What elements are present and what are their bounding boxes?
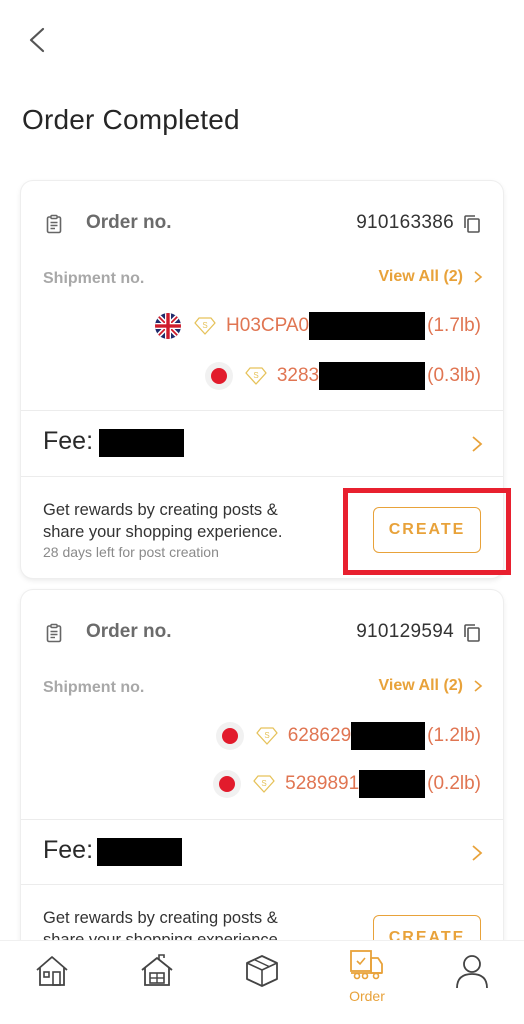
- shipment-number-prefix: 5289891: [285, 773, 360, 794]
- reward-section: Get rewards by creating posts & share yo…: [21, 477, 503, 577]
- shipment-weight: (0.3lb): [427, 365, 481, 386]
- reward-text-line: Get rewards by creating posts &: [43, 909, 278, 927]
- shipment-number-prefix: 3283: [276, 365, 320, 386]
- redacted-shipment-number: [319, 362, 426, 390]
- svg-text:S: S: [202, 321, 207, 330]
- copy-icon[interactable]: [461, 622, 483, 644]
- order-number: 910163386: [356, 212, 454, 233]
- chevron-right-icon: [472, 845, 483, 861]
- shipment-item[interactable]: S 3283 (0.3lb): [204, 361, 481, 391]
- view-all-label: View All (2): [378, 677, 463, 694]
- warehouse-icon: [141, 954, 173, 986]
- reward-description: Get rewards by creating posts & share yo…: [43, 499, 282, 543]
- japan-flag-icon: [215, 722, 244, 750]
- shipment-weight: (1.2lb): [427, 725, 481, 746]
- redacted-shipment-number: [309, 312, 426, 340]
- redacted-shipment-number: [359, 770, 426, 798]
- fee-label: Fee:: [43, 836, 94, 864]
- chevron-right-icon: [474, 271, 483, 283]
- clipboard-icon: [46, 623, 62, 643]
- order-label: Order no.: [86, 621, 172, 642]
- uk-flag-icon: [154, 312, 182, 340]
- user-profile-icon: [456, 955, 488, 989]
- order-label: Order no.: [86, 212, 172, 233]
- order-number-row: Order no. 910163386: [21, 209, 503, 239]
- shipment-label: Shipment no.: [43, 679, 145, 696]
- tab-package[interactable]: [222, 941, 302, 1024]
- diamond-s-icon: S: [245, 367, 267, 385]
- diamond-s-icon: S: [194, 317, 216, 335]
- shipment-item[interactable]: S 5289891 (0.2lb): [213, 769, 481, 799]
- fee-row[interactable]: Fee:: [21, 820, 503, 884]
- chevron-right-icon: [474, 680, 483, 692]
- redacted-fee-amount: [97, 838, 182, 866]
- japan-flag-icon: [213, 770, 242, 798]
- tab-order[interactable]: Order: [327, 941, 407, 1024]
- package-icon: [246, 955, 278, 987]
- shipment-label: Shipment no.: [43, 270, 145, 287]
- svg-text:S: S: [262, 779, 267, 788]
- chevron-left-icon: [29, 27, 45, 53]
- tab-order-label: Order: [349, 988, 385, 1004]
- copy-icon[interactable]: [461, 213, 483, 235]
- shipment-weight: (0.2lb): [427, 773, 481, 794]
- tab-profile[interactable]: [432, 941, 512, 1024]
- create-post-button[interactable]: CREATE: [373, 507, 481, 553]
- reward-text-line: share your shopping experience.: [43, 523, 283, 541]
- shipment-weight: (1.7lb): [427, 315, 481, 336]
- bottom-tab-bar: Order: [0, 940, 524, 1024]
- reward-text-line: Get rewards by creating posts &: [43, 501, 278, 519]
- shipment-number-prefix: H03CPA0: [226, 315, 310, 336]
- redacted-fee-amount: [99, 429, 184, 457]
- clipboard-icon: [46, 214, 62, 234]
- view-all-link[interactable]: View All (2): [379, 268, 483, 286]
- back-button[interactable]: [22, 24, 52, 56]
- delivery-truck-icon: [350, 950, 383, 980]
- fee-label: Fee:: [43, 427, 94, 455]
- days-left-text: 28 days left for post creation: [43, 544, 219, 560]
- redacted-shipment-number: [351, 722, 426, 750]
- chevron-right-icon: [472, 436, 483, 452]
- svg-text:S: S: [253, 371, 258, 380]
- shipment-item[interactable]: S H03CPA0 (1.7lb): [154, 311, 481, 341]
- view-all-label: View All (2): [378, 268, 463, 285]
- diamond-s-icon: S: [256, 727, 278, 745]
- order-number-row: Order no. 910129594: [21, 618, 503, 648]
- tab-warehouse[interactable]: [117, 941, 197, 1024]
- shipment-number-prefix: 628629: [287, 725, 352, 746]
- japan-flag-icon: [204, 362, 233, 390]
- order-card: Order no. 910163386 Shipment no. View Al…: [21, 181, 503, 578]
- svg-text:S: S: [264, 731, 269, 740]
- view-all-link[interactable]: View All (2): [379, 677, 483, 695]
- order-completed-screen: Order Completed Order no. 910163386 Ship…: [0, 0, 524, 1024]
- fee-row[interactable]: Fee:: [21, 411, 503, 475]
- shipment-item[interactable]: S 628629 (1.2lb): [215, 721, 481, 751]
- shipment-header-row: Shipment no. View All (2): [21, 268, 503, 292]
- home-icon: [36, 956, 68, 986]
- shipment-header-row: Shipment no. View All (2): [21, 677, 503, 701]
- diamond-s-icon: S: [253, 775, 275, 793]
- order-number: 910129594: [356, 621, 454, 642]
- tab-home[interactable]: [12, 941, 92, 1024]
- page-title: Order Completed: [22, 104, 240, 135]
